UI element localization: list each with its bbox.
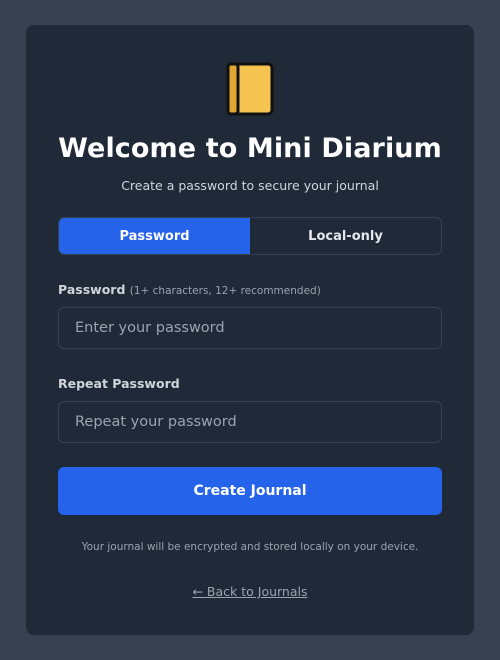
setup-card: Welcome to Mini Diarium Create a passwor… <box>26 25 474 635</box>
tab-password[interactable]: Password <box>59 218 250 254</box>
password-input[interactable] <box>58 307 442 349</box>
back-to-journals-link[interactable]: ← Back to Journals <box>192 584 307 599</box>
password-label-text: Password <box>58 282 126 297</box>
page-title: Welcome to Mini Diarium <box>58 133 442 164</box>
encryption-note: Your journal will be encrypted and store… <box>81 541 419 553</box>
notebook-icon <box>226 62 274 116</box>
auth-mode-toggle: Password Local-only <box>58 217 442 255</box>
page-subtitle: Create a password to secure your journal <box>121 178 379 193</box>
repeat-password-label: Repeat Password <box>58 376 180 391</box>
password-hint: (1+ characters, 12+ recommended) <box>129 285 321 297</box>
repeat-password-input[interactable] <box>58 401 442 443</box>
password-label: Password (1+ characters, 12+ recommended… <box>58 282 321 297</box>
create-journal-button[interactable]: Create Journal <box>58 467 442 515</box>
back-link-container: ← Back to Journals <box>26 584 474 599</box>
tab-local-only[interactable]: Local-only <box>250 218 441 254</box>
